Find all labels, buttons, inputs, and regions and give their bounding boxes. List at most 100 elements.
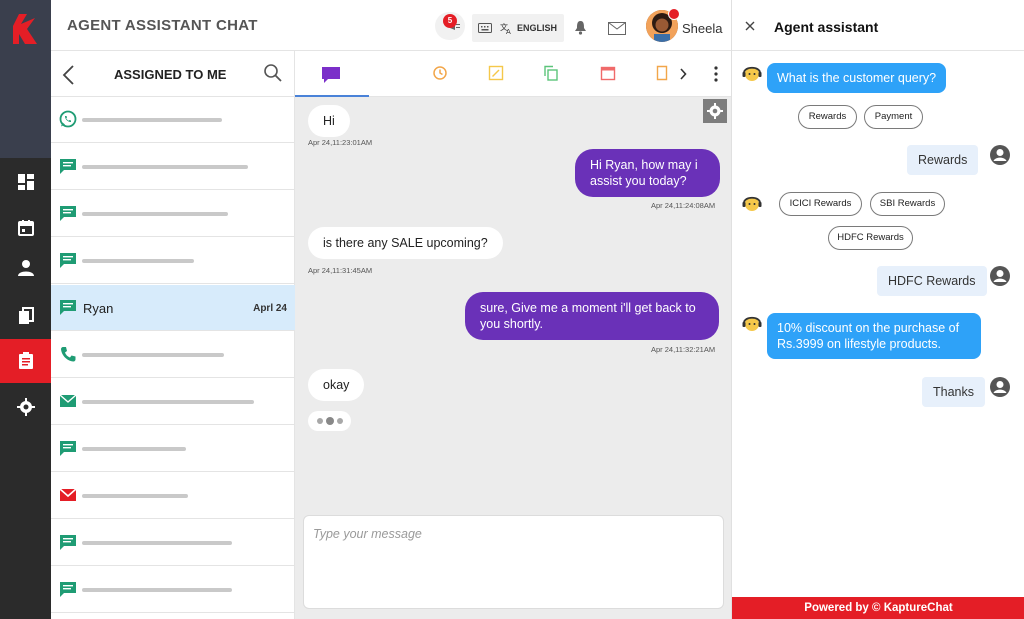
- agent-avatar-icon: [990, 266, 1010, 286]
- chat-icon: [60, 441, 76, 456]
- edit-note-icon[interactable]: [488, 65, 504, 81]
- conversation-item[interactable]: [51, 332, 295, 378]
- conversation-placeholder: [82, 400, 254, 404]
- chevron-right-icon[interactable]: [679, 68, 687, 80]
- conversation-item[interactable]: [51, 97, 295, 143]
- bot-agent-icon: [742, 196, 762, 211]
- search-icon[interactable]: [263, 63, 283, 83]
- conversation-placeholder: [82, 541, 232, 545]
- message-incoming: Hi: [308, 105, 350, 137]
- chat-icon: [60, 582, 76, 597]
- conversation-placeholder: [82, 353, 224, 357]
- conversation-item[interactable]: [51, 473, 295, 519]
- kapture-logo[interactable]: [13, 14, 39, 44]
- chat-icon: [60, 300, 76, 315]
- left-rail: [0, 0, 51, 619]
- user-name[interactable]: Sheela: [682, 21, 722, 36]
- conversation-placeholder: [82, 447, 186, 451]
- option-chip-payment[interactable]: Payment: [864, 105, 923, 129]
- conversation-item[interactable]: [51, 191, 295, 237]
- bot-agent-icon: [742, 66, 762, 81]
- message-input[interactable]: [313, 524, 713, 544]
- chat-panel: Hi Apr 24,11:23:01AM Hi Ryan, how may i …: [295, 51, 731, 619]
- keyboard-icon: [478, 23, 492, 33]
- email-icon: [59, 394, 77, 407]
- top-header: AGENT ASSISTANT CHAT 5 文A ENGLISH Sheela: [51, 0, 731, 51]
- chat-icon: [60, 535, 76, 550]
- close-icon[interactable]: [745, 21, 755, 31]
- gear-icon: [707, 103, 723, 119]
- conversation-item[interactable]: [51, 238, 295, 284]
- conversation-name: Ryan: [83, 301, 114, 316]
- message-timestamp: Apr 24,11:24:08AM: [651, 201, 716, 210]
- rail-notes-button[interactable]: [0, 339, 51, 383]
- notification-count-badge: 5: [443, 14, 457, 28]
- more-options-icon[interactable]: [713, 66, 719, 82]
- svg-text:A: A: [506, 28, 511, 34]
- agent-answer: Thanks: [922, 377, 985, 407]
- message-timestamp: Apr 24,11:23:01AM: [308, 138, 373, 147]
- conversation-item[interactable]: [51, 520, 295, 566]
- rail-contacts-button[interactable]: [0, 246, 51, 290]
- message-incoming: is there any SALE upcoming?: [308, 227, 503, 259]
- gmail-icon: [59, 488, 77, 501]
- conversation-item[interactable]: [51, 144, 295, 190]
- rail-dashboard-button[interactable]: [0, 160, 51, 204]
- language-label: ENGLISH: [517, 23, 558, 33]
- rail-settings-button[interactable]: [0, 385, 51, 429]
- conversation-placeholder: [82, 165, 248, 169]
- bell-icon[interactable]: [574, 20, 587, 35]
- translate-icon: 文A: [500, 22, 511, 34]
- announcements-button[interactable]: 5: [435, 12, 465, 40]
- conversation-placeholder: [82, 118, 222, 122]
- option-chip-hdfc-rewards[interactable]: HDFC Rewards: [828, 226, 913, 250]
- message-timestamp: Apr 24,11:32:21AM: [651, 345, 716, 354]
- list-header: ASSIGNED TO ME: [51, 51, 295, 97]
- back-arrow-icon[interactable]: [62, 65, 74, 85]
- history-icon[interactable]: [432, 65, 448, 81]
- conversation-placeholder: [82, 259, 194, 263]
- active-tab-indicator: [295, 95, 369, 97]
- rail-documents-button[interactable]: [0, 294, 51, 338]
- chat-icon: [60, 159, 76, 174]
- copy-icon[interactable]: [543, 65, 559, 81]
- option-chip-icici-rewards[interactable]: ICICI Rewards: [779, 192, 862, 216]
- conversation-item[interactable]: [51, 379, 295, 425]
- conversation-item[interactable]: [51, 567, 295, 613]
- conversation-placeholder: [82, 588, 232, 592]
- notes-icon: [18, 352, 33, 369]
- assistant-header: Agent assistant: [732, 0, 1024, 51]
- message-incoming: okay: [308, 369, 365, 401]
- option-chip-rewards[interactable]: Rewards: [798, 105, 857, 129]
- conversation-placeholder: [82, 494, 188, 498]
- settings-icon: [16, 398, 35, 416]
- agent-avatar-icon: [990, 377, 1010, 397]
- agent-avatar-icon: [990, 145, 1010, 165]
- ticket-icon[interactable]: [656, 65, 668, 81]
- rail-brand-area: [0, 0, 51, 158]
- conversation-list-panel: ASSIGNED TO ME Ryan Aprl 24: [51, 51, 295, 619]
- documents-icon: [18, 307, 34, 324]
- bot-agent-icon: [742, 316, 762, 331]
- rail-calendar-button[interactable]: [0, 206, 51, 250]
- language-selector[interactable]: 文A ENGLISH: [472, 14, 564, 42]
- calendar-tool-icon[interactable]: [600, 65, 616, 81]
- option-chip-sbi-rewards[interactable]: SBI Rewards: [870, 192, 945, 216]
- agent-answer: Rewards: [907, 145, 979, 175]
- assistant-info-message: 10% discount on the purchase of Rs.3999 …: [767, 313, 981, 359]
- chat-settings-button[interactable]: [703, 99, 727, 123]
- chat-toolbar: [295, 51, 731, 97]
- conversation-item-ryan[interactable]: Ryan Aprl 24: [51, 285, 295, 331]
- mail-icon[interactable]: [608, 22, 626, 35]
- whatsapp-icon: [59, 110, 77, 128]
- chat-tab-icon[interactable]: [321, 66, 341, 84]
- conversation-date: Aprl 24: [253, 303, 287, 314]
- app-window: AGENT ASSISTANT CHAT 5 文A ENGLISH Sheela…: [0, 0, 1024, 619]
- message-timestamp: Apr 24,11:31:45AM: [308, 266, 373, 275]
- status-badge: [668, 8, 680, 20]
- message-outgoing: Hi Ryan, how may i assist you today?: [575, 149, 720, 197]
- conversation-placeholder: [82, 212, 228, 216]
- dashboard-icon: [17, 174, 34, 190]
- conversation-item[interactable]: [51, 426, 295, 472]
- user-icon: [17, 260, 34, 276]
